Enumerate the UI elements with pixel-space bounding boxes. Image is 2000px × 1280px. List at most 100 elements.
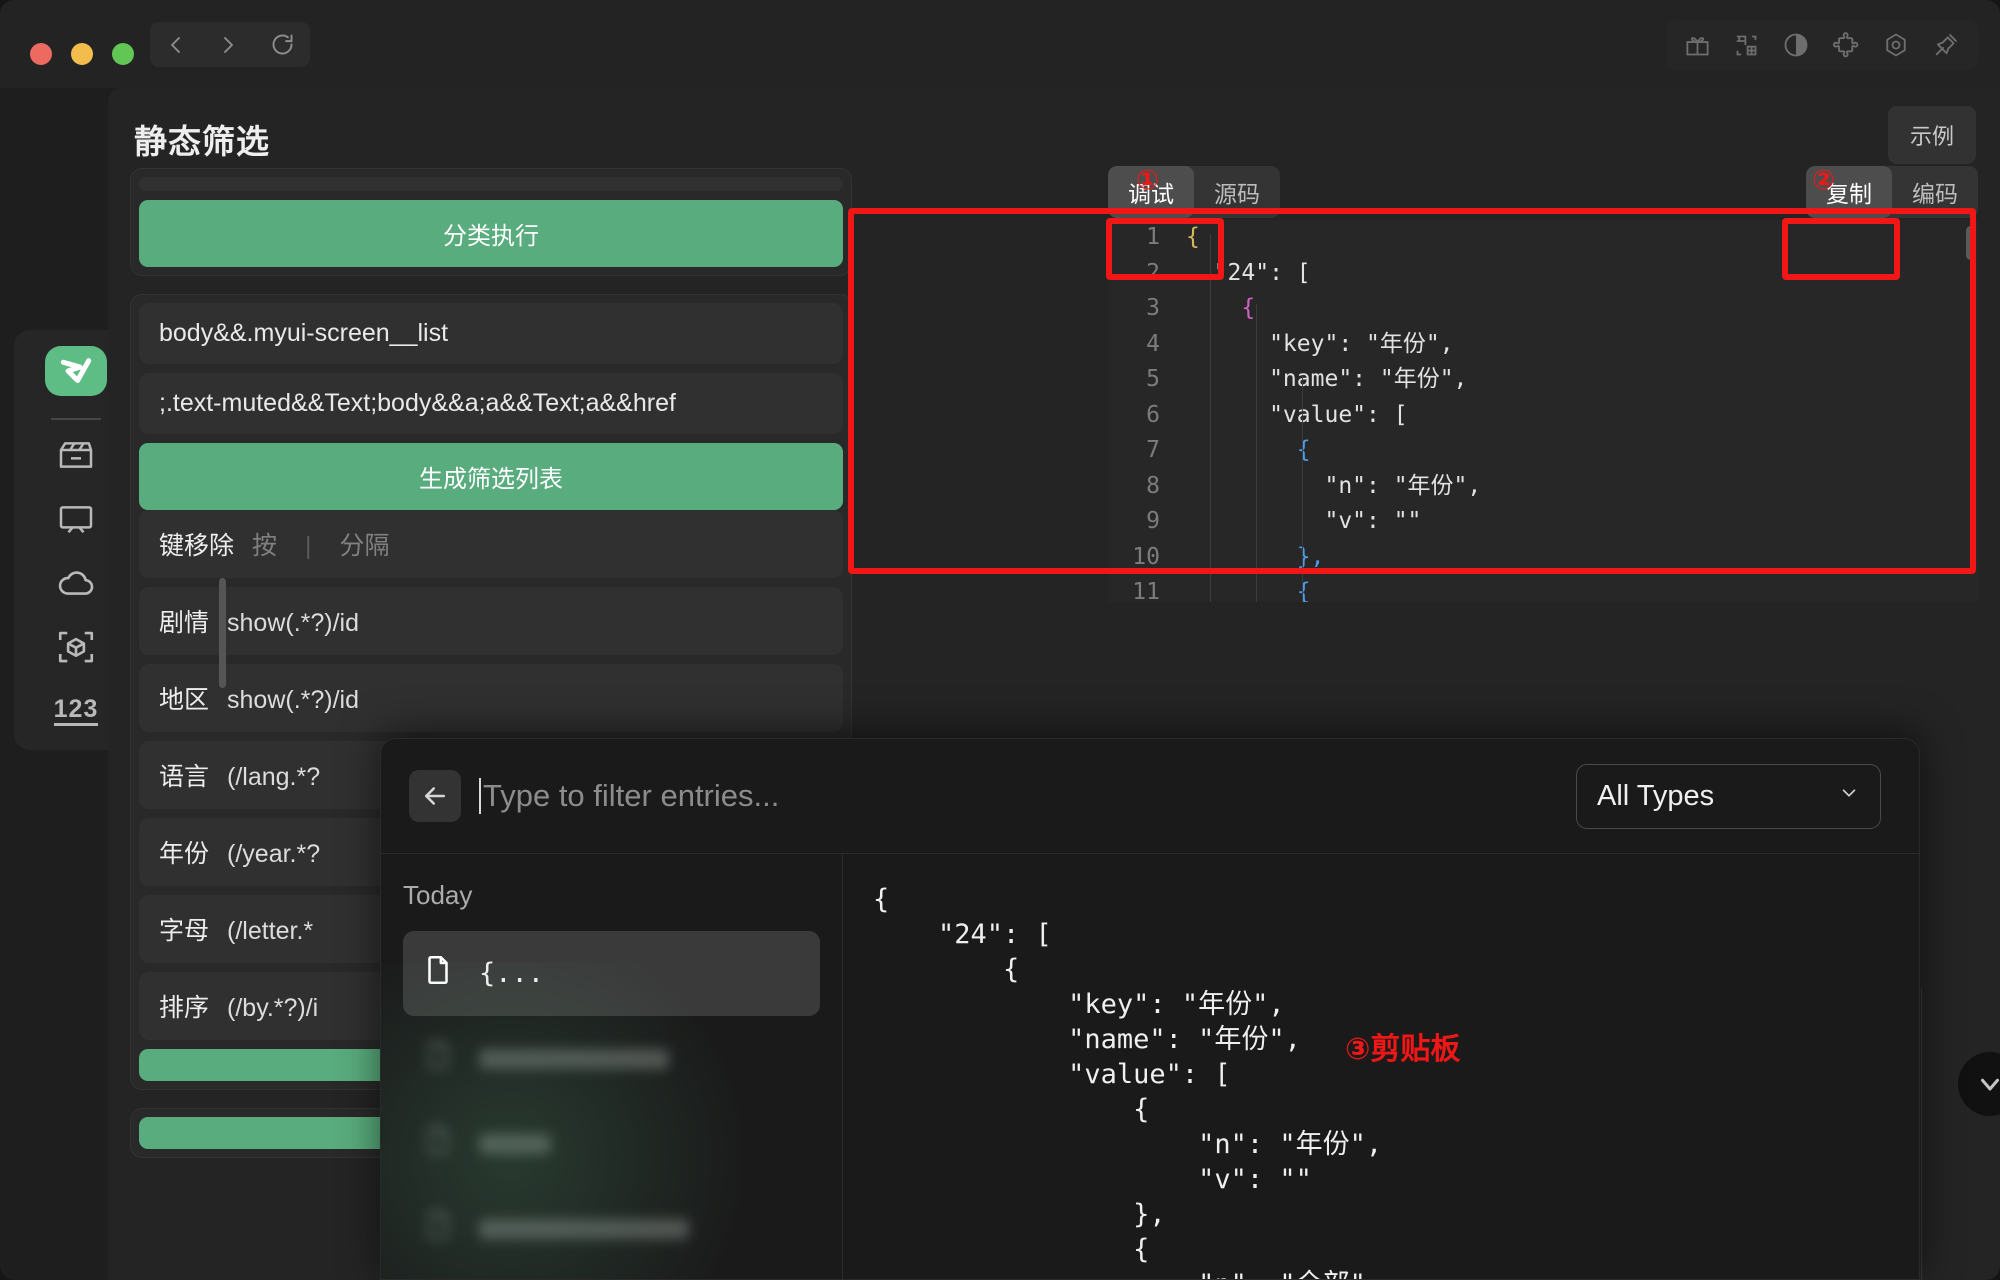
annotation-marker-2: ②	[1812, 165, 1835, 196]
page-title: 静态筛选	[134, 123, 270, 160]
line-number: 2	[1146, 259, 1160, 286]
row-placeholder-right: 分隔	[339, 532, 390, 560]
sidebar-item-label: 123	[53, 696, 99, 727]
extension-icon[interactable]	[1832, 31, 1860, 59]
row-placeholder-left: 按	[252, 532, 278, 560]
search-placeholder: Type to filter entries...	[483, 778, 780, 813]
code-line: 1{	[1108, 220, 1978, 256]
translate-icon[interactable]	[1733, 32, 1760, 59]
clipboard-group-label: Today	[403, 880, 473, 910]
clipboard-search-input[interactable]: Type to filter entries...	[479, 770, 1576, 822]
list-item[interactable]	[403, 1101, 820, 1186]
sidebar-item-tv[interactable]	[45, 494, 107, 544]
line-number: 5	[1146, 366, 1160, 392]
sidebar-item-movies[interactable]	[45, 430, 107, 480]
row-key-label: 剧情	[159, 609, 210, 637]
tab-source[interactable]: 源码	[1194, 166, 1280, 218]
classify-group: 分类执行	[130, 168, 852, 276]
line-number: 6	[1146, 401, 1160, 428]
line-text: "v": ""	[1186, 508, 1422, 534]
app-logo[interactable]	[45, 346, 107, 397]
row-region[interactable]: 地区 show(.*?)/id	[139, 664, 843, 732]
row-key-label: 键移除	[159, 532, 235, 560]
row-value: (/lang.*?	[227, 763, 321, 791]
line-number: 10	[1132, 543, 1160, 570]
code-line: 11 {	[1108, 575, 1978, 602]
window-toolbar	[1666, 20, 1978, 70]
list-item-label	[479, 1133, 551, 1154]
collapse-chevron-icon[interactable]	[1958, 1052, 2000, 1116]
row-value: (/year.*?	[227, 840, 321, 868]
row-separator: |	[305, 532, 312, 560]
line-number: 3	[1146, 295, 1160, 321]
clipboard-preview-pane: { "24": [ { "key": "年份", "name": "年份", "…	[843, 854, 1919, 1279]
sidebar-divider	[51, 418, 101, 420]
code-line: 2 "24": [	[1108, 256, 1978, 292]
code-scrollbar[interactable]	[1966, 226, 1975, 260]
navigation-group	[150, 22, 310, 67]
partial-field-top	[139, 177, 843, 191]
code-line: 5 "name": "年份",	[1108, 362, 1978, 398]
code-viewer[interactable]: 1{ 2 "24": [ 3 { 4 "key": "年份", 5 "name"…	[1108, 220, 1978, 602]
row-key-remove[interactable]: 键移除 按 | 分隔	[139, 510, 843, 578]
line-number: 11	[1132, 579, 1160, 602]
forward-icon[interactable]	[216, 33, 240, 57]
line-text: "value": [	[1186, 401, 1408, 428]
reload-icon[interactable]	[269, 31, 296, 58]
code-line: 4 "key": "年份",	[1108, 327, 1978, 363]
line-text: {	[1186, 437, 1311, 463]
line-text: "key": "年份",	[1186, 330, 1454, 357]
code-line: 7 {	[1108, 433, 1978, 469]
row-value: (/by.*?)/i	[227, 994, 319, 1022]
line-number: 7	[1146, 437, 1160, 463]
line-text: "24": [	[1186, 259, 1311, 286]
contrast-icon[interactable]	[1782, 31, 1810, 59]
row-value: show(.*?)/id	[227, 609, 360, 637]
sidebar-item-cloud[interactable]	[45, 558, 107, 608]
row-key-label: 年份	[159, 840, 210, 868]
back-icon[interactable]	[164, 33, 188, 57]
debug-tabs-left: 调试 源码	[1108, 166, 1280, 218]
list-selector-input[interactable]: body&&.myui-screen__list	[139, 303, 843, 364]
line-text: {	[1186, 579, 1311, 602]
chevron-down-icon	[1838, 782, 1860, 810]
clipboard-manager-overlay: Type to filter entries... All Types Toda…	[380, 738, 1920, 1280]
minimize-window-button[interactable]	[71, 43, 93, 65]
row-key-label: 地区	[159, 686, 210, 714]
close-window-button[interactable]	[30, 43, 52, 65]
pin-icon[interactable]	[1932, 31, 1960, 59]
example-button[interactable]: 示例	[1887, 106, 1976, 164]
sidebar-item-numbers[interactable]: 123	[45, 686, 107, 736]
type-filter-select[interactable]: All Types	[1576, 763, 1881, 829]
code-line: 3 {	[1108, 291, 1978, 327]
code-line: 6 "value": [	[1108, 398, 1978, 434]
annotation-marker-1: ①	[1136, 165, 1159, 196]
maximize-window-button[interactable]	[112, 43, 134, 65]
list-item[interactable]	[403, 1016, 820, 1101]
row-key-label: 排序	[159, 994, 210, 1022]
rule-input[interactable]: ;.text-muted&&Text;body&&a;a&&Text;a&&hr…	[139, 373, 843, 434]
encode-button[interactable]: 编码	[1892, 166, 1978, 218]
list-item[interactable]: {...	[403, 931, 820, 1016]
back-icon[interactable]	[409, 770, 461, 822]
indent-guide	[1210, 234, 1211, 602]
row-genre[interactable]: 剧情 show(.*?)/id	[139, 587, 843, 655]
classify-execute-button[interactable]: 分类执行	[139, 200, 843, 267]
list-item[interactable]	[403, 1186, 820, 1271]
list-item-label	[479, 1218, 689, 1239]
row-key-label: 语言	[159, 763, 210, 791]
clipboard-body: Today {... {"24": [{"key": "年份", "nam…	[381, 854, 1919, 1279]
generate-filter-list-button[interactable]: 生成筛选列表	[139, 443, 843, 510]
clipboard-header: Type to filter entries... All Types	[381, 739, 1919, 854]
left-panel-scrollbar[interactable]	[219, 578, 226, 688]
code-line: 10 },	[1108, 540, 1978, 576]
sidebar-item-box-scan[interactable]	[45, 622, 107, 672]
panel-edge-divider	[1921, 988, 1922, 1280]
line-text: "n": "年份",	[1186, 472, 1482, 499]
clipboard-preview-text: { "24": [ { "key": "年份", "name": "年份", "…	[873, 884, 1383, 1279]
line-text: {	[1186, 224, 1200, 250]
row-value: show(.*?)/id	[227, 686, 360, 714]
document-icon	[421, 1038, 455, 1079]
gift-icon[interactable]	[1684, 32, 1711, 59]
settings-icon[interactable]	[1882, 31, 1910, 59]
